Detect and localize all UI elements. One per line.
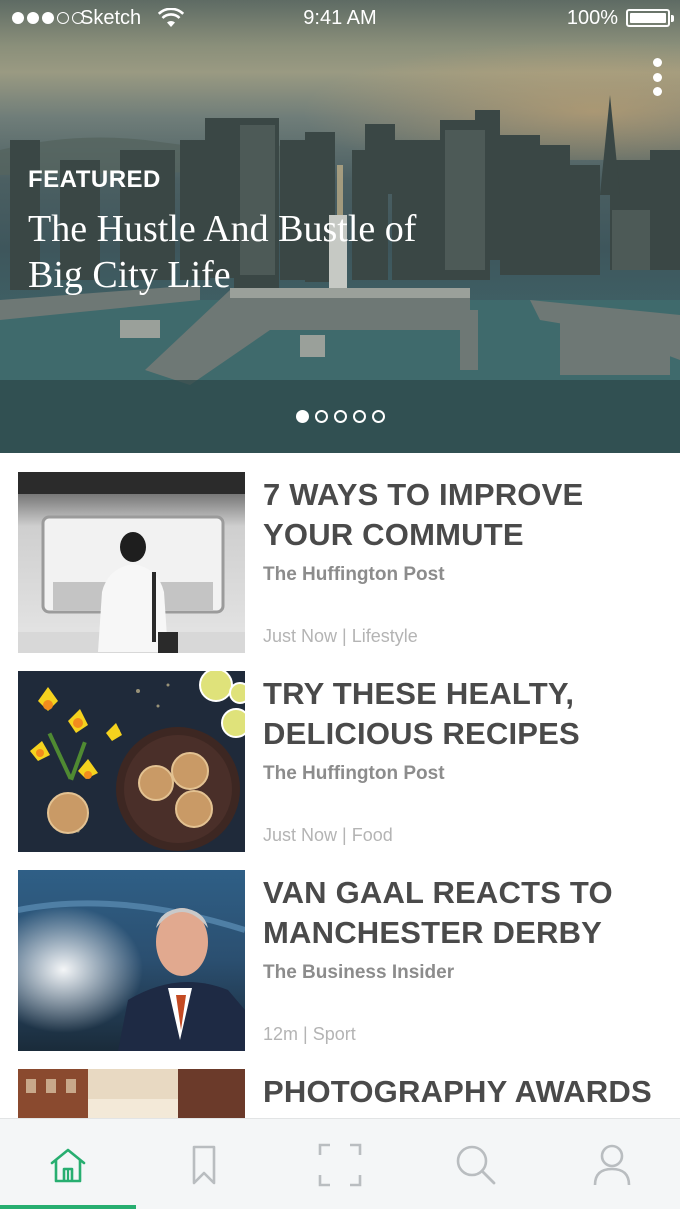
article-card[interactable]: 7 WAYS TO IMPROVE YOUR COMMUTE The Huffi…	[0, 453, 680, 653]
tab-bookmarks[interactable]	[136, 1119, 272, 1209]
pager-dot[interactable]	[333, 410, 347, 423]
tab-profile[interactable]	[544, 1119, 680, 1209]
article-source: The Business Insider	[263, 962, 455, 983]
more-options-button[interactable]	[648, 54, 666, 100]
pager-dot[interactable]	[371, 410, 385, 423]
article-source: The Huffington Post	[263, 763, 445, 784]
pager-dot[interactable]	[314, 410, 328, 423]
search-icon	[456, 1145, 496, 1184]
article-title[interactable]: VAN GAAL REACTS TO MANCHESTER DERBY	[263, 873, 663, 953]
article-meta: 12m | Sport	[263, 1024, 356, 1044]
article-thumbnail	[18, 472, 245, 653]
more-dot-icon	[652, 87, 662, 96]
profile-icon	[593, 1144, 631, 1185]
home-icon	[50, 1148, 86, 1182]
bookmark-icon	[192, 1145, 216, 1184]
carousel-pager[interactable]	[0, 410, 680, 423]
battery-percentage: 100%	[566, 7, 618, 29]
more-dot-icon	[652, 72, 662, 82]
article-title[interactable]: PHOTOGRAPHY AWARDS	[263, 1072, 663, 1112]
featured-hero[interactable]: Sketch 9:41 AM 100% FEATURED The Hustle …	[0, 0, 680, 453]
article-source: The Huffington Post	[263, 564, 445, 585]
frame-icon	[318, 1143, 362, 1186]
status-bar: Sketch 9:41 AM 100%	[0, 0, 680, 40]
article-meta: Just Now | Food	[263, 825, 393, 845]
featured-label: FEATURED	[28, 166, 161, 193]
article-title[interactable]: 7 WAYS TO IMPROVE YOUR COMMUTE	[263, 475, 663, 555]
battery-icon	[626, 9, 674, 27]
tab-home[interactable]	[0, 1119, 136, 1209]
article-thumbnail	[18, 870, 245, 1051]
featured-title[interactable]: The Hustle And Bustle of Big City Life	[28, 206, 448, 298]
article-title[interactable]: TRY THESE HEALTY, DELICIOUS RECIPES	[263, 674, 663, 754]
pager-dot[interactable]	[352, 410, 366, 423]
article-card[interactable]: TRY THESE HEALTY, DELICIOUS RECIPES The …	[0, 652, 680, 852]
more-dot-icon	[652, 58, 662, 67]
tab-search[interactable]	[408, 1119, 544, 1209]
tab-frame[interactable]	[272, 1119, 408, 1209]
article-thumbnail	[18, 671, 245, 852]
pager-dot[interactable]	[295, 410, 309, 423]
article-card[interactable]: VAN GAAL REACTS TO MANCHESTER DERBY The …	[0, 851, 680, 1051]
article-meta: Just Now | Lifestyle	[263, 626, 418, 646]
bottom-tab-bar	[0, 1118, 680, 1209]
